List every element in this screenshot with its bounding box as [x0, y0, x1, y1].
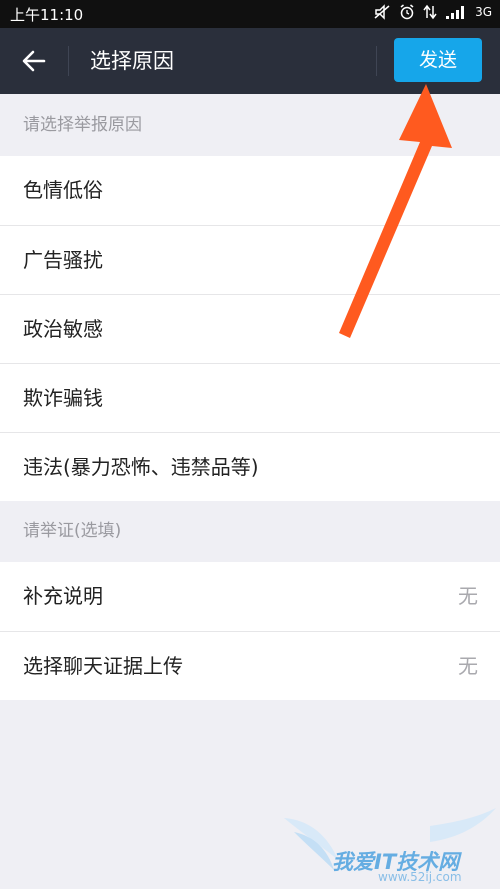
reason-item[interactable]: 广告骚扰 [0, 225, 500, 294]
item-value: 无 [458, 654, 478, 678]
silent-icon [374, 4, 390, 20]
title-divider [376, 46, 377, 76]
reason-label: 政治敏感 [23, 317, 103, 341]
reason-item[interactable]: 政治敏感 [0, 294, 500, 363]
alarm-icon [400, 4, 414, 20]
reason-label: 欺诈骗钱 [23, 386, 103, 410]
status-time: 上午11:10 [10, 6, 84, 24]
reasons-list: 色情低俗 广告骚扰 政治敏感 欺诈骗钱 违法(暴力恐怖、违禁品等) [0, 156, 500, 501]
title-bar: 选择原因 发送 [0, 28, 500, 94]
upload-chat-evidence-item[interactable]: 选择聊天证据上传 无 [0, 631, 500, 700]
status-icons: 3G [373, 4, 492, 20]
network-type: 3G [475, 5, 492, 19]
arrow-left-icon [22, 50, 46, 72]
supplement-description-item[interactable]: 补充说明 无 [0, 562, 500, 631]
reason-item[interactable]: 色情低俗 [0, 156, 500, 225]
watermark: 我爱IT技术网 www.52ij.com [280, 800, 500, 889]
item-label: 选择聊天证据上传 [23, 654, 183, 678]
back-button[interactable] [0, 28, 68, 94]
reasons-section-header: 请选择举报原因 [23, 115, 142, 135]
reason-item[interactable]: 违法(暴力恐怖、违禁品等) [0, 432, 500, 501]
data-arrows-icon [423, 4, 437, 20]
item-value: 无 [458, 584, 478, 608]
signal-icon [446, 6, 465, 19]
watermark-url: www.52ij.com [378, 870, 462, 884]
title-divider [68, 46, 69, 76]
status-bar: 上午11:10 3G [0, 0, 500, 28]
send-button[interactable]: 发送 [394, 38, 482, 82]
evidence-section-header: 请举证(选填) [23, 521, 122, 541]
reason-label: 色情低俗 [23, 178, 103, 202]
reason-label: 广告骚扰 [23, 248, 103, 272]
evidence-list: 补充说明 无 选择聊天证据上传 无 [0, 562, 500, 700]
reason-label: 违法(暴力恐怖、违禁品等) [23, 455, 259, 479]
page-title: 选择原因 [90, 49, 174, 73]
item-label: 补充说明 [23, 584, 103, 608]
reason-item[interactable]: 欺诈骗钱 [0, 363, 500, 432]
